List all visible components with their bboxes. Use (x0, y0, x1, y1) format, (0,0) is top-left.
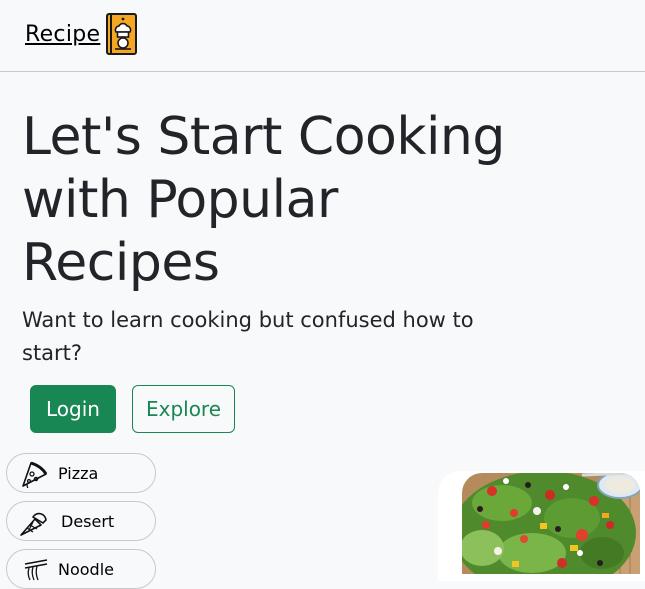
category-label: Desert (61, 512, 115, 531)
category-label: Noodle (58, 560, 114, 579)
ice-cream-icon (20, 512, 47, 536)
noodle-icon (24, 559, 48, 581)
pizza-icon (22, 461, 48, 488)
category-label: Pizza (58, 464, 99, 483)
salad-photo (462, 473, 640, 574)
chef-book-icon (106, 13, 138, 55)
category-noodle[interactable]: Noodle (6, 549, 156, 589)
hero-title: Let's Start Cooking with Popular Recipes (22, 107, 505, 293)
hero-subtitle: Want to learn cooking but confused how t… (22, 308, 474, 365)
brand-link[interactable]: Recipe (25, 12, 138, 56)
brand-name: Recipe (25, 21, 101, 47)
category-pizza[interactable]: Pizza (6, 453, 156, 493)
login-button[interactable]: Login (30, 385, 116, 433)
explore-button[interactable]: Explore (132, 385, 235, 433)
category-desert[interactable]: Desert (6, 501, 156, 541)
navbar: Recipe (0, 0, 645, 72)
